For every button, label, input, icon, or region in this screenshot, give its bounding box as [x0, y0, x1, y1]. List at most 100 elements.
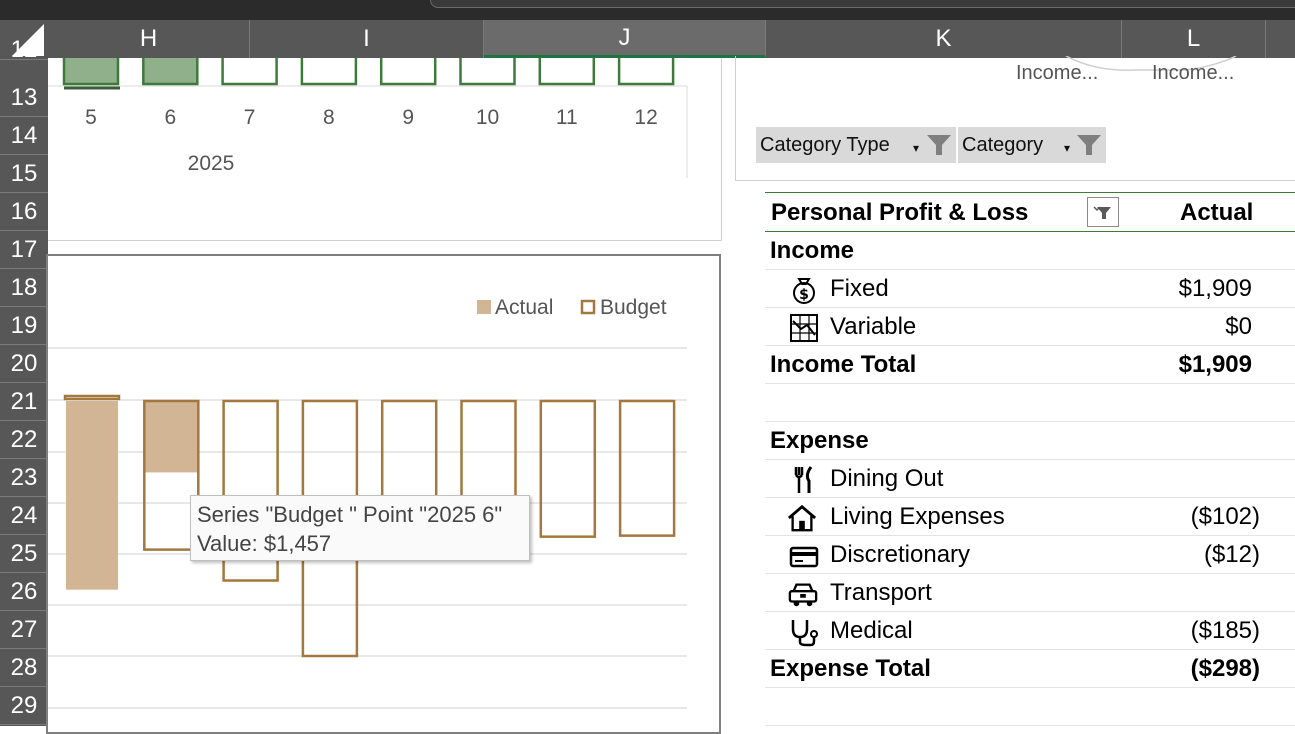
top-chart-year-label: 2025 [188, 152, 235, 175]
column-header-h[interactable]: H [48, 20, 250, 58]
budget-bar[interactable] [63, 394, 121, 401]
column-header-next[interactable] [1266, 20, 1295, 58]
pivot-blank-row [765, 384, 1295, 422]
pivot-row-transport[interactable]: Transport [765, 574, 1295, 612]
pivot-blank-row-2 [765, 688, 1295, 726]
pivot-row-discretionary[interactable]: Discretionary ($12) [765, 536, 1295, 574]
top-chart-x-label: 11 [556, 106, 578, 129]
medical-label: Medical [830, 617, 913, 644]
pivot-header-row: Personal Profit & Loss Actual [765, 194, 1295, 232]
dropdown-arrow-icon: ▾ [1064, 141, 1071, 155]
bottom-chart-svg: Actual Budget [48, 296, 687, 709]
row-header-26[interactable]: 26 [0, 573, 48, 611]
budget-bar[interactable] [618, 399, 676, 537]
top-chart-x-label: 5 [85, 106, 97, 129]
top-chart-bar[interactable] [62, 58, 120, 86]
row-header-18[interactable]: 18 [0, 269, 48, 307]
row-header-bar: 12 13 14 15 16 17 18 19 20 21 22 23 24 2… [0, 40, 48, 726]
pivot-expense-row[interactable]: Expense [765, 422, 1295, 460]
credit-card-icon [789, 546, 819, 568]
budget-vs-actual-chart[interactable]: Actual Budget [46, 254, 721, 734]
living-expenses-label: Living Expenses [830, 503, 1005, 530]
slicer-item-truncated-1[interactable]: Income... [1016, 62, 1098, 85]
formula-bar-edge [430, 0, 1295, 8]
filter-icon [1093, 206, 1111, 219]
medical-value: ($185) [1190, 617, 1260, 644]
budget-bar[interactable] [539, 399, 597, 538]
pivot-row-medical[interactable]: Medical ($185) [765, 612, 1295, 650]
income-total-label: Income Total [770, 351, 917, 378]
pivot-row-fixed[interactable]: $ Fixed $1,909 [765, 270, 1295, 308]
row-header-17[interactable]: 17 [0, 231, 48, 269]
chart-tooltip: Series "Budget " Point "2025 6" Value: $… [190, 495, 530, 561]
pivot-income-row[interactable]: Income [765, 232, 1295, 270]
row-header-22[interactable]: 22 [0, 421, 48, 459]
row-header-14[interactable]: 14 [0, 117, 48, 155]
pivot-expense-total-row[interactable]: Expense Total ($298) [765, 650, 1295, 688]
pivot-actual-header: Actual [1180, 199, 1254, 226]
top-chart-svg: 5 6 7 8 9 10 11 12 2025 [48, 58, 688, 178]
transport-label: Transport [830, 579, 932, 606]
actual-bar[interactable] [66, 401, 118, 590]
top-chart-bar[interactable] [221, 58, 278, 86]
fixed-label: Fixed [830, 275, 889, 302]
tooltip-series-line: Series "Budget " Point "2025 6" [197, 502, 503, 527]
column-header-j[interactable]: J [484, 20, 766, 58]
column-header-k[interactable]: K [766, 20, 1122, 58]
top-chart-bar[interactable] [617, 58, 675, 86]
row-header-29[interactable]: 29 [0, 687, 48, 725]
category-filter-button[interactable]: Category ▾ [958, 127, 1106, 163]
filter-icon [1077, 135, 1101, 155]
row-header-12[interactable]: 12 [0, 40, 48, 60]
legend-actual-label: Actual [495, 296, 553, 319]
pivot-top-border [765, 192, 1295, 193]
income-total-value: $1,909 [1178, 351, 1252, 378]
row-header-19[interactable]: 19 [0, 307, 48, 345]
top-chart-bar[interactable] [142, 58, 199, 86]
actual-bar[interactable] [145, 401, 198, 473]
top-chart-x-label: 6 [164, 106, 176, 129]
income-label: Income [770, 237, 855, 264]
pivot-filter-button[interactable] [1087, 197, 1119, 227]
legend-budget-label: Budget [600, 296, 667, 319]
top-chart-bar[interactable] [300, 58, 358, 86]
category-filter-label: Category [962, 133, 1044, 156]
row-header-13[interactable]: 13 [0, 79, 48, 117]
expense-label: Expense [770, 427, 869, 454]
discretionary-label: Discretionary [830, 541, 971, 568]
money-bag-icon: $ [793, 278, 815, 304]
top-chart[interactable]: 5 6 7 8 9 10 11 12 2025 [48, 58, 722, 241]
filter-icon [927, 135, 951, 155]
stethoscope-icon [791, 620, 818, 647]
row-header-27[interactable]: 27 [0, 611, 48, 649]
variable-label: Variable [830, 313, 917, 340]
expense-total-value: ($298) [1190, 655, 1260, 682]
row-header-21[interactable]: 21 [0, 383, 48, 421]
top-chart-x-label: 10 [476, 106, 499, 129]
fork-knife-icon [794, 466, 813, 493]
top-chart-bar[interactable] [379, 58, 437, 86]
column-header-l[interactable]: L [1122, 20, 1266, 58]
row-header-15[interactable]: 15 [0, 155, 48, 193]
variable-value: $0 [1225, 313, 1252, 340]
row-header-25[interactable]: 25 [0, 535, 48, 573]
pivot-row-variable[interactable]: Variable $0 [765, 308, 1295, 346]
house-icon [787, 504, 817, 532]
row-header-28[interactable]: 28 [0, 649, 48, 687]
row-header-20[interactable]: 20 [0, 345, 48, 383]
column-header-i[interactable]: I [250, 20, 484, 58]
row-header-24[interactable]: 24 [0, 497, 48, 535]
row-header-23[interactable]: 23 [0, 459, 48, 497]
top-chart-bar[interactable] [459, 58, 516, 86]
row-header-16[interactable]: 16 [0, 193, 48, 231]
pivot-income-total-row[interactable]: Income Total $1,909 [765, 346, 1295, 384]
discretionary-value: ($12) [1203, 541, 1260, 568]
pivot-row-dining-out[interactable]: Dining Out [765, 460, 1295, 498]
legend-budget-swatch [580, 299, 596, 315]
top-chart-bar[interactable] [538, 58, 596, 86]
dining-out-label: Dining Out [830, 465, 944, 492]
fixed-value: $1,909 [1178, 275, 1252, 302]
slicer-item-truncated-2[interactable]: Income... [1152, 62, 1234, 85]
category-type-filter-button[interactable]: Category Type ▾ [756, 127, 956, 163]
pivot-row-living-expenses[interactable]: Living Expenses ($102) [765, 498, 1295, 536]
